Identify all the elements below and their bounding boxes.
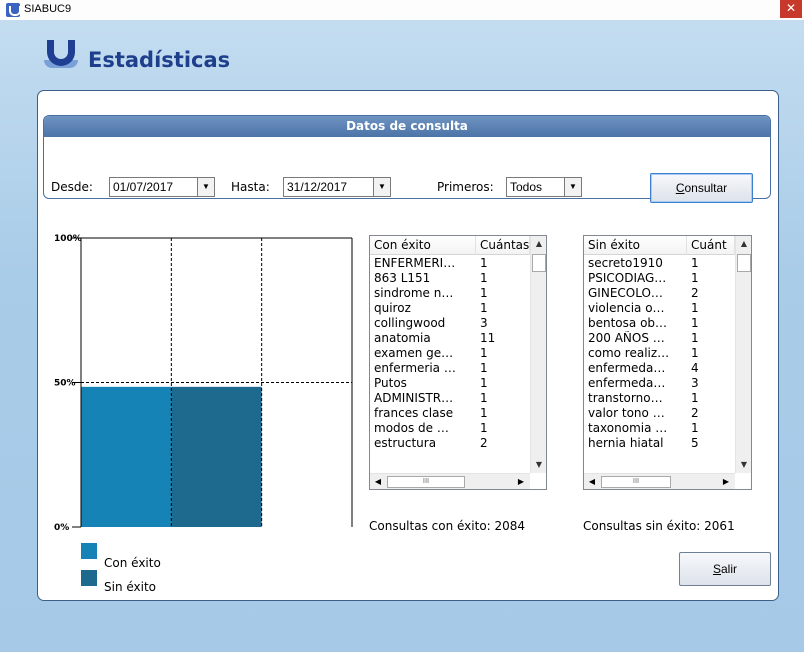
legend-label-con-exito: Con éxito xyxy=(104,556,161,570)
scroll-left-icon[interactable]: ◀ xyxy=(370,474,386,489)
list-item-count: 5 xyxy=(691,436,699,450)
list-item-count: 1 xyxy=(691,331,699,345)
horizontal-scrollbar[interactable]: ◀ III ▶ xyxy=(584,473,735,489)
list-item-count: 1 xyxy=(691,301,699,315)
list-item-count: 2 xyxy=(691,286,699,300)
list-item-term: ENFERMERI… xyxy=(374,256,456,270)
list-item-count: 1 xyxy=(480,256,488,270)
vertical-scrollbar[interactable]: ▲ ▼ xyxy=(530,236,546,473)
list-item-term: Putos xyxy=(374,376,407,390)
con-exito-count: Consultas con éxito: 2084 xyxy=(369,519,526,533)
list-item-term: examen ge… xyxy=(374,346,454,360)
legend-swatch-con-exito xyxy=(81,543,97,559)
list-item-count: 1 xyxy=(691,421,699,435)
scroll-right-icon[interactable]: ▶ xyxy=(513,474,529,489)
vertical-scrollbar[interactable]: ▲ ▼ xyxy=(735,236,751,473)
scroll-left-icon[interactable]: ◀ xyxy=(584,474,600,489)
list-item-count: 1 xyxy=(480,421,488,435)
con-exito-list[interactable]: Con éxito Cuántas ENFERMERI… 1 863 L151 1 si… xyxy=(369,235,547,490)
y-tick-label: 0% xyxy=(54,523,69,533)
list-item-term: frances clase xyxy=(374,406,454,420)
list-item-count: 1 xyxy=(480,301,488,315)
list-item-term: quiroz xyxy=(374,301,411,315)
list-item-term: enfermeria … xyxy=(374,361,456,375)
list-item-term: modos de … xyxy=(374,421,449,435)
salir-button[interactable]: Salir xyxy=(679,552,771,586)
list-item-term: sindrome n… xyxy=(374,286,454,300)
list-item-term: GINECOLO… xyxy=(588,286,663,300)
scroll-thumb-grip-icon[interactable]: III xyxy=(601,476,671,488)
list-item-count: 11 xyxy=(480,331,496,345)
column-header-sin-exito[interactable]: Sin éxito xyxy=(584,236,687,255)
list-item-term: collingwood xyxy=(374,316,446,330)
list-item-count: 1 xyxy=(480,271,488,285)
list-item-term: estructura xyxy=(374,436,437,450)
list-item-term: ADMINISTR… xyxy=(374,391,454,405)
scroll-up-icon[interactable]: ▲ xyxy=(531,236,546,252)
list-header: Sin éxito Cuánt xyxy=(584,236,751,255)
list-item-count: 2 xyxy=(480,436,488,450)
scroll-thumb[interactable] xyxy=(737,254,751,272)
list-item-term: hernia hiatal xyxy=(588,436,664,450)
bar-con-exito xyxy=(81,386,172,527)
scroll-thumb[interactable] xyxy=(532,254,546,272)
list-header: Con éxito Cuántas xyxy=(370,236,546,255)
legend-label-sin-exito: Sin éxito xyxy=(104,580,157,594)
list-item-term: bentosa ob… xyxy=(588,316,668,330)
list-item-count: 3 xyxy=(691,376,699,390)
horizontal-scrollbar[interactable]: ◀ III ▶ xyxy=(370,473,530,489)
list-item-term: enfermeda… xyxy=(588,361,666,375)
list-item-term: 200 AÑOS … xyxy=(588,331,665,345)
column-header-cuantas[interactable]: Cuántas xyxy=(476,236,530,255)
legend-swatch-sin-exito xyxy=(81,570,97,586)
list-item-count: 1 xyxy=(691,346,699,360)
sin-exito-list[interactable]: Sin éxito Cuánt secreto1910 1 PSICODIAG… 1 G… xyxy=(583,235,752,490)
list-item-count: 1 xyxy=(480,376,488,390)
list-item-count: 1 xyxy=(691,391,699,405)
scroll-down-icon[interactable]: ▼ xyxy=(736,457,751,473)
list-item-count: 1 xyxy=(691,256,699,270)
list-item-count: 1 xyxy=(691,316,699,330)
scroll-up-icon[interactable]: ▲ xyxy=(736,236,751,252)
list-item-term: 863 L151 xyxy=(374,271,431,285)
list-item-term: PSICODIAG… xyxy=(588,271,667,285)
list-item-count: 1 xyxy=(480,361,488,375)
list-item-count: 1 xyxy=(480,406,488,420)
sin-exito-count: Consultas sin éxito: 2061 xyxy=(583,519,735,533)
y-tick-label: 100% xyxy=(54,234,82,244)
salir-mnemonic: S xyxy=(712,562,721,576)
list-item-term: como realiz… xyxy=(588,346,670,360)
list-item-term: anatomia xyxy=(374,331,431,345)
salir-label: alir xyxy=(721,562,738,576)
list-item-count: 3 xyxy=(480,316,488,330)
list-item-count: 4 xyxy=(691,361,699,375)
scroll-down-icon[interactable]: ▼ xyxy=(531,457,546,473)
list-item-term: enfermeda… xyxy=(588,376,666,390)
list-item-term: valor tono … xyxy=(588,406,665,420)
column-header-con-exito[interactable]: Con éxito xyxy=(370,236,476,255)
list-item-term: transtorno… xyxy=(588,391,663,405)
scroll-thumb-grip-icon[interactable]: III xyxy=(387,476,465,488)
list-item-count: 1 xyxy=(480,346,488,360)
list-item-term: secreto1910 xyxy=(588,256,663,270)
list-item-term: taxonomia … xyxy=(588,421,668,435)
list-item-term: violencia o… xyxy=(588,301,665,315)
list-item-count: 2 xyxy=(691,406,699,420)
list-item-count: 1 xyxy=(691,271,699,285)
list-item-count: 1 xyxy=(480,391,488,405)
list-item-count: 1 xyxy=(480,286,488,300)
bar-sin-exito xyxy=(171,386,262,527)
scroll-right-icon[interactable]: ▶ xyxy=(718,474,734,489)
y-tick-label: 50% xyxy=(54,379,76,389)
column-header-cuantas[interactable]: Cuánt xyxy=(687,236,735,255)
